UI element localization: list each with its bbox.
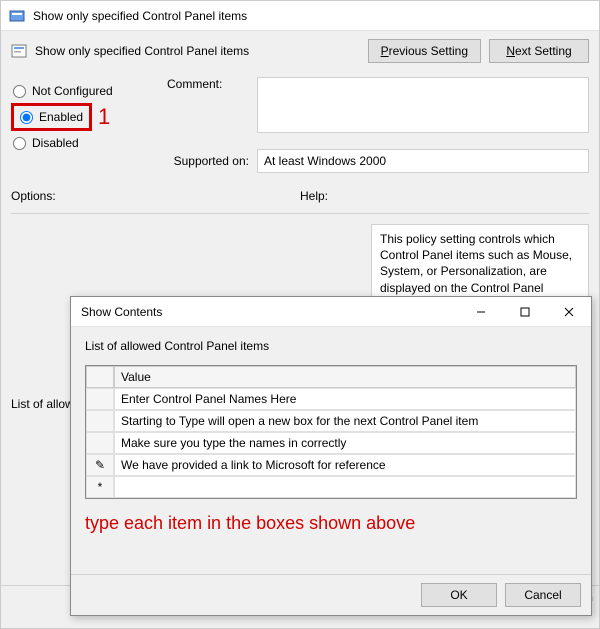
state-radio-group: Not Configured Enabled 1 Disabled	[11, 77, 161, 173]
radio-enabled-input[interactable]	[20, 111, 33, 124]
radio-enabled-label: Enabled	[39, 110, 83, 124]
table-row-new[interactable]: *	[86, 476, 576, 498]
header-title: Show only specified Control Panel items	[35, 44, 360, 58]
previous-setting-button[interactable]: Previous Setting	[368, 39, 481, 63]
column-header-value: Value	[114, 366, 576, 388]
supported-on-label: Supported on:	[167, 154, 257, 168]
dialog-cancel-button[interactable]: Cancel	[505, 583, 581, 607]
table-row[interactable]: Starting to Type will open a new box for…	[86, 410, 576, 432]
values-table[interactable]: Value Enter Control Panel Names Here Sta…	[85, 365, 577, 499]
options-heading: Options:	[11, 189, 300, 203]
minimize-button[interactable]	[459, 297, 503, 327]
table-row[interactable]: ✎ We have provided a link to Microsoft f…	[86, 454, 576, 476]
annotation-highlight-1: Enabled	[11, 103, 92, 131]
radio-enabled[interactable]: Enabled	[16, 108, 87, 126]
titlebar: Show only specified Control Panel items	[1, 1, 599, 31]
row-header-edit-icon: ✎	[86, 454, 114, 476]
app-icon	[9, 8, 25, 24]
value-cell[interactable]: Make sure you type the names in correctl…	[114, 432, 576, 454]
radio-disabled[interactable]: Disabled	[11, 131, 161, 155]
maximize-button[interactable]	[503, 297, 547, 327]
table-row[interactable]: Make sure you type the names in correctl…	[86, 432, 576, 454]
dialog-titlebar: Show Contents	[71, 297, 591, 327]
dialog-footer: OK Cancel	[71, 574, 591, 615]
header-row: Show only specified Control Panel items …	[1, 31, 599, 77]
window-title: Show only specified Control Panel items	[33, 9, 247, 23]
radio-not-configured-label: Not Configured	[32, 84, 113, 98]
supported-on-value: At least Windows 2000	[257, 149, 589, 173]
value-cell[interactable]: Starting to Type will open a new box for…	[114, 410, 576, 432]
row-header	[86, 388, 114, 410]
dialog-list-label: List of allowed Control Panel items	[71, 327, 591, 359]
radio-not-configured-input[interactable]	[13, 85, 26, 98]
row-header	[86, 432, 114, 454]
radio-disabled-input[interactable]	[13, 137, 26, 150]
annotation-dialog-hint: type each item in the boxes shown above	[71, 505, 591, 534]
help-heading: Help:	[300, 189, 589, 203]
radio-not-configured[interactable]: Not Configured	[11, 79, 161, 103]
radio-disabled-label: Disabled	[32, 136, 79, 150]
dialog-title: Show Contents	[81, 305, 459, 319]
comment-label: Comment:	[167, 77, 257, 91]
next-setting-button[interactable]: Next Setting	[489, 39, 589, 63]
divider	[11, 213, 589, 214]
row-header-new-icon: *	[86, 476, 114, 498]
value-cell[interactable]: Enter Control Panel Names Here	[114, 388, 576, 410]
comment-input[interactable]	[257, 77, 589, 133]
value-cell-empty[interactable]	[114, 476, 576, 498]
table-corner	[86, 366, 114, 388]
close-button[interactable]	[547, 297, 591, 327]
annotation-number-1: 1	[92, 104, 110, 130]
show-contents-dialog: Show Contents List of allowed Control Pa…	[70, 296, 592, 616]
dialog-ok-button[interactable]: OK	[421, 583, 497, 607]
table-row[interactable]: Enter Control Panel Names Here	[86, 388, 576, 410]
value-cell[interactable]: We have provided a link to Microsoft for…	[114, 454, 576, 476]
row-header	[86, 410, 114, 432]
policy-icon	[11, 43, 27, 59]
